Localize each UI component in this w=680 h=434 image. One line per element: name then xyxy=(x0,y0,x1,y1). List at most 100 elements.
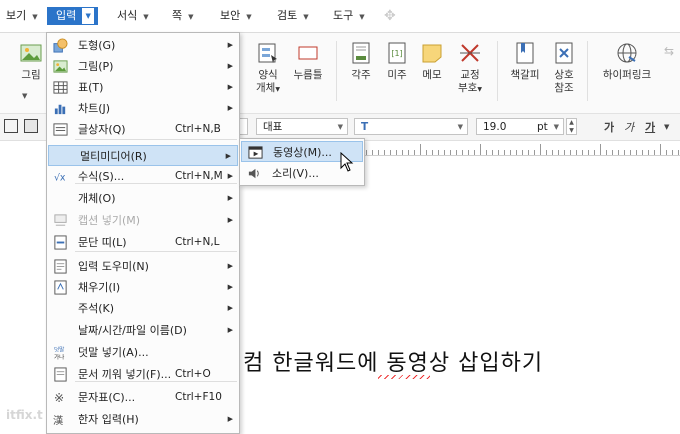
formula-icon: √x xyxy=(53,169,68,184)
menu-item[interactable]: 그림(P) ▶ xyxy=(47,56,239,77)
menu-item[interactable]: 채우기(I) ▶ xyxy=(47,277,239,298)
menu-security[interactable]: 보안 ▼ xyxy=(220,7,252,25)
picture-button[interactable]: 그림 xyxy=(18,41,44,82)
ribbon-separator xyxy=(336,41,337,101)
menu-page[interactable]: 쪽 ▼ xyxy=(172,7,194,25)
menu-item[interactable]: 차트(J) ▶ xyxy=(47,98,239,119)
proofread-label2: 부호 xyxy=(458,82,478,94)
menu-insert[interactable]: 입력 ▼ xyxy=(47,7,99,25)
submenu-arrow-icon: ▶ xyxy=(227,194,233,202)
menu-item-label: 문단 띠(L) xyxy=(78,236,127,249)
menu-item[interactable]: 문단 띠(L) Ctrl+N,L xyxy=(47,232,239,253)
chevron-down-icon[interactable]: ▼ xyxy=(22,90,27,103)
globe-icon xyxy=(617,43,637,63)
menu-item[interactable]: 주석(K) ▶ xyxy=(47,298,239,319)
footnote-label: 각주 xyxy=(351,69,371,81)
style-select[interactable]: 대표 ▼ xyxy=(256,118,348,135)
menu-item-label: 주석(K) xyxy=(78,302,115,315)
menu-item[interactable]: 표(T) ▶ xyxy=(47,77,239,98)
menu-item[interactable]: 글상자(Q) Ctrl+N,B xyxy=(47,119,239,140)
hanja-icon: 漢 xyxy=(53,412,68,427)
menu-item[interactable]: 문서 끼워 넣기(F)... Ctrl+O xyxy=(47,364,239,385)
menu-item[interactable]: 도형(G) ▶ xyxy=(47,35,239,56)
more-icon[interactable]: ⇆ xyxy=(664,45,674,58)
svg-text:[1]: [1] xyxy=(391,49,402,58)
menu-item[interactable]: 덧말 가나 덧말 넣기(A)... xyxy=(47,342,239,363)
hyperlink-button[interactable]: 하이퍼링크 xyxy=(597,41,657,82)
menu-item-label: 그림(P) xyxy=(78,60,114,73)
font-size-unit: pt xyxy=(537,121,548,133)
video-icon xyxy=(248,146,263,159)
menu-item[interactable]: 날짜/시간/파일 이름(D) ▶ xyxy=(47,320,239,341)
memo-label: 메모 xyxy=(422,69,442,81)
menu-item-shortcut: Ctrl+N,L xyxy=(175,236,220,248)
italic-button[interactable]: 가 xyxy=(624,119,634,135)
submenu-arrow-icon: ▶ xyxy=(227,62,233,70)
menu-format[interactable]: 서식 ▼ xyxy=(117,7,149,25)
caption-icon xyxy=(53,213,68,228)
menu-item-shortcut: Ctrl+F10 xyxy=(175,391,222,403)
input-helper-icon xyxy=(53,259,68,274)
cross-reference-icon xyxy=(555,42,573,64)
footnote-button[interactable]: 각주 xyxy=(347,41,375,82)
submenu-item-label: 동영상(M)... xyxy=(273,146,332,159)
document-text[interactable]: 컴 한글워드에 동영상 삽입하기 xyxy=(243,345,543,377)
menu-review[interactable]: 검토 ▼ xyxy=(277,7,309,25)
submenu-arrow-icon: ▶ xyxy=(227,415,233,423)
bookmark-label: 책갈피 xyxy=(510,69,540,81)
proofread-button[interactable]: 교정 부호▼ xyxy=(453,41,487,96)
menu-item[interactable]: 입력 도우미(N) ▶ xyxy=(47,256,239,277)
menu-item-label: 표(T) xyxy=(78,81,104,94)
submenu-arrow-icon: ▶ xyxy=(227,262,233,270)
menu-item-shortcut: Ctrl+N,B xyxy=(175,123,221,135)
extension-icon[interactable]: ✥ xyxy=(384,8,400,24)
bold-button[interactable]: 가 xyxy=(604,119,614,135)
style-edge xyxy=(240,118,248,135)
menu-view[interactable]: 보기 ▼ xyxy=(6,7,38,25)
form-object-button[interactable]: 양식 개체▼ xyxy=(250,41,286,96)
menu-tools[interactable]: 도구 ▼ xyxy=(333,7,365,25)
svg-text:√x: √x xyxy=(54,172,66,183)
chevron-down-icon[interactable]: ▼ xyxy=(82,8,95,24)
menu-item-label: 날짜/시간/파일 이름(D) xyxy=(78,324,187,337)
submenu-arrow-icon: ▶ xyxy=(227,216,233,224)
symbol-icon: ※ xyxy=(53,390,68,405)
textbox-icon xyxy=(53,122,68,137)
endnote-label: 미주 xyxy=(387,69,407,81)
svg-text:漢: 漢 xyxy=(53,414,63,427)
underline-button[interactable]: 가 xyxy=(645,119,655,135)
cross-reference-button[interactable]: 상호 참조 xyxy=(550,41,578,95)
chart-icon xyxy=(53,101,68,116)
menu-item-label: 채우기(I) xyxy=(78,281,121,294)
endnote-button[interactable]: [1] 미주 xyxy=(383,41,411,82)
speaker-icon xyxy=(248,168,259,179)
font-select[interactable]: T ▼ xyxy=(354,118,468,135)
menu-item-shortcut: Ctrl+O xyxy=(175,368,211,380)
print-icon[interactable] xyxy=(4,119,18,133)
style-select-value: 대표 xyxy=(263,121,283,133)
insert-document-icon xyxy=(53,367,68,382)
menu-item[interactable]: 멀티미디어(R) ▶ xyxy=(48,145,238,166)
menu-item[interactable]: 漢 한자 입력(H) ▶ xyxy=(47,409,239,430)
click-field-button[interactable]: 누름틀 xyxy=(290,41,326,82)
menu-item[interactable]: ※ 문자표(C)... Ctrl+F10 xyxy=(47,387,239,408)
menu-item-label: 글상자(Q) xyxy=(78,123,126,136)
font-size-input[interactable]: 19.0 pt ▼ xyxy=(476,118,564,135)
font-size-stepper[interactable]: ▲ ▼ xyxy=(566,118,577,135)
bookmark-button[interactable]: 책갈피 xyxy=(507,41,543,82)
submenu-arrow-icon: ▶ xyxy=(227,304,233,312)
form-object-icon xyxy=(258,43,277,63)
form-object-label2: 개체 xyxy=(256,82,276,94)
svg-text:덧말: 덧말 xyxy=(54,346,64,354)
page-icon[interactable] xyxy=(24,119,38,133)
click-field-icon xyxy=(298,46,318,60)
menu-item-label: 차트(J) xyxy=(78,102,111,115)
insert-menu: 도형(G) ▶ 그림(P) ▶ 표(T) ▶ 차트(J) ▶ 글상자(Q) Ctrl+N,B 멀티미… xyxy=(46,32,240,434)
chevron-down-icon[interactable]: ▼ xyxy=(664,123,669,131)
form-object-label: 양식 xyxy=(258,69,278,81)
menu-item[interactable]: √x 수식(S)... Ctrl+N,M ▶ xyxy=(47,166,239,187)
menu-bar: 보기 ▼ 입력 ▼ 서식 ▼ 쪽 ▼ 보안 ▼ 검토 ▼ 도구 ▼ ✥ xyxy=(0,0,680,33)
menu-item[interactable]: 개체(O) ▶ xyxy=(47,188,239,209)
submenu-arrow-icon: ▶ xyxy=(227,104,233,112)
memo-button[interactable]: 메모 xyxy=(418,41,446,82)
